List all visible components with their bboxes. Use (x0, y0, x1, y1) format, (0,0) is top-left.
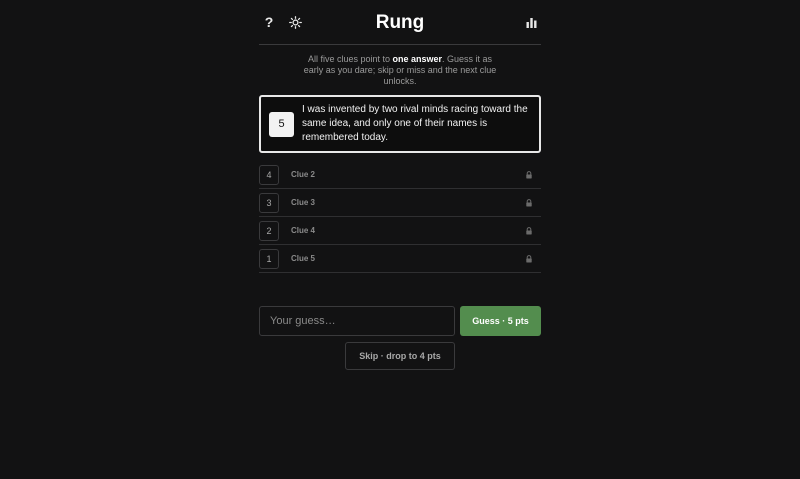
locked-clue-label: Clue 3 (291, 198, 316, 207)
lock-icon (526, 170, 532, 178)
instructions-part1: All five clues point to (307, 54, 393, 64)
lock-icon (526, 254, 532, 262)
locked-clue-points: 4 (259, 164, 279, 185)
app-container: ? Rung All five clues point to one answe… (259, 0, 541, 370)
locked-clue-list: 4 Clue 2 3 Clue 3 2 Clue 4 1 Clue 5 (259, 161, 541, 273)
active-clue-text: I was invented by two rival minds racing… (302, 104, 528, 143)
locked-clue-label: Clue 4 (291, 226, 316, 235)
skip-button[interactable]: Skip · drop to 4 pts (345, 342, 455, 370)
title-text: Rung (375, 12, 425, 33)
bar-chart-icon (526, 17, 536, 28)
locked-clue-points: 2 (259, 220, 279, 241)
locked-clue-row: 3 Clue 3 (259, 189, 541, 217)
help-icon: ? (264, 14, 274, 30)
guess-row: Guess · 5 pts (259, 306, 541, 336)
active-clue-points: 5 (269, 111, 294, 137)
theme-toggle-button[interactable] (285, 12, 305, 32)
locked-clue-row: 1 Clue 5 (259, 245, 541, 273)
locked-clue-label: Clue 5 (291, 254, 316, 263)
locked-clue-row: 2 Clue 4 (259, 217, 541, 245)
help-button[interactable]: ? (259, 12, 279, 32)
guess-button[interactable]: Guess · 5 pts (460, 306, 541, 336)
instructions: All five clues point to one answer. Gues… (259, 54, 541, 87)
locked-clue-points: 1 (259, 248, 279, 269)
active-clue-card: 5 I was invented by two rival minds raci… (259, 95, 541, 153)
guess-input[interactable] (259, 306, 455, 336)
skip-container: Skip · drop to 4 pts (259, 342, 541, 370)
header: ? Rung (259, 0, 541, 45)
locked-clue-points: 3 (259, 192, 279, 213)
instructions-emphasis: one answer (392, 54, 443, 64)
stats-button[interactable] (521, 12, 541, 32)
lock-icon (526, 198, 532, 206)
sun-icon (288, 15, 302, 29)
locked-clue-label: Clue 2 (291, 170, 316, 179)
locked-clue-row: 4 Clue 2 (259, 161, 541, 189)
lock-icon (526, 226, 532, 234)
